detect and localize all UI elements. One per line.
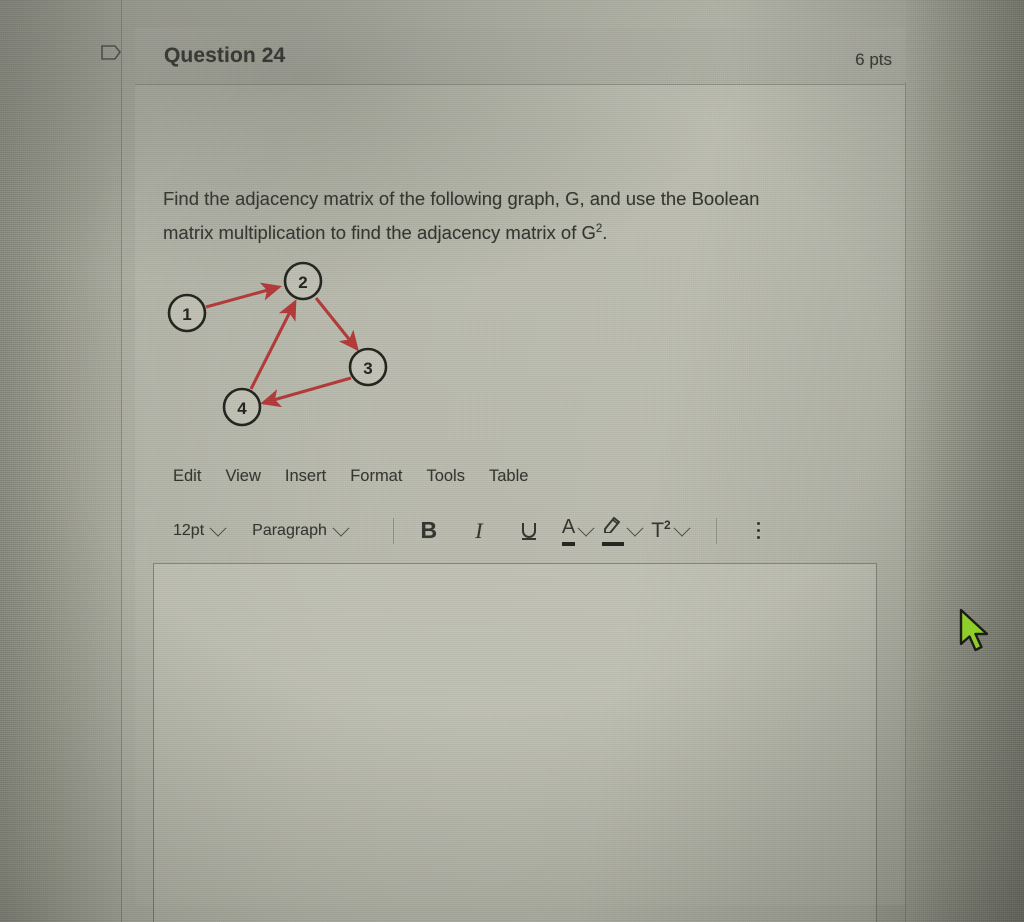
block-format-select[interactable]: Paragraph xyxy=(252,519,350,540)
graph-edges xyxy=(205,282,359,408)
editor-menubar: Edit View Insert Format Tools Table xyxy=(173,467,528,486)
font-size-value: 12pt xyxy=(173,521,205,539)
edge-2-to-3 xyxy=(314,297,359,352)
graph-figure: 1 2 3 4 xyxy=(155,257,415,447)
graph-node-label-2: 2 xyxy=(298,273,307,292)
block-format-value: Paragraph xyxy=(252,521,327,539)
graph-node-1: 1 xyxy=(167,293,207,333)
question-prompt-period: . xyxy=(602,222,608,244)
highlighter-pen-icon xyxy=(602,515,625,546)
text-color-button[interactable]: A xyxy=(561,516,595,546)
superscript-button[interactable]: T2 xyxy=(651,518,691,543)
question-prompt: Find the adjacency matrix of the followi… xyxy=(163,183,853,248)
menu-item-format[interactable]: Format xyxy=(350,467,402,486)
toolbar-separator xyxy=(392,517,394,544)
bold-button[interactable]: B xyxy=(412,516,446,546)
graph-node-label-3: 3 xyxy=(363,359,372,378)
question-card: Question 24 6 pts Find the adjacency mat… xyxy=(101,28,905,922)
chevron-down-icon xyxy=(209,519,227,537)
content-left-rule xyxy=(121,0,122,922)
question-points: 6 pts xyxy=(855,50,892,69)
menu-item-edit[interactable]: Edit xyxy=(173,467,201,486)
graph-node-4: 4 xyxy=(222,387,262,427)
edge-4-to-2 xyxy=(249,299,297,390)
question-header: Question 24 6 pts xyxy=(101,28,905,85)
kebab-dot xyxy=(756,521,761,526)
toolbar-separator xyxy=(715,517,717,544)
menu-item-table[interactable]: Table xyxy=(489,467,528,486)
chevron-down-icon[interactable] xyxy=(673,519,691,537)
question-body: Find the adjacency matrix of the followi… xyxy=(135,85,905,922)
edge-3-to-4 xyxy=(260,376,352,408)
menu-item-view[interactable]: View xyxy=(225,467,260,486)
more-options-button[interactable] xyxy=(756,521,761,540)
graph-node-2: 2 xyxy=(283,261,323,301)
font-size-select[interactable]: 12pt xyxy=(173,519,227,540)
answer-rich-text-editor[interactable] xyxy=(153,563,877,922)
question-title: Question 24 xyxy=(164,44,286,67)
screenshot-root: Question 24 6 pts Find the adjacency mat… xyxy=(0,0,1024,922)
underline-button[interactable] xyxy=(512,516,546,546)
page-right-gutter xyxy=(906,0,1024,922)
kebab-dot xyxy=(756,535,761,540)
question-prompt-line1: Find the adjacency matrix of the followi… xyxy=(163,188,760,209)
page-left-gutter xyxy=(0,0,121,922)
menu-item-tools[interactable]: Tools xyxy=(426,467,465,486)
flag-outline-icon[interactable] xyxy=(100,43,122,63)
superscript-icon: T2 xyxy=(651,518,671,542)
italic-button[interactable]: I xyxy=(462,516,496,546)
editor-toolbar: 12pt Paragraph B I A T2 xyxy=(173,515,761,546)
text-color-icon: A xyxy=(561,516,576,546)
graph-node-label-4: 4 xyxy=(237,399,247,418)
edge-1-to-2 xyxy=(205,282,282,309)
menu-item-insert[interactable]: Insert xyxy=(285,467,326,486)
highlight-color-button[interactable] xyxy=(602,515,644,546)
kebab-dot xyxy=(756,528,761,533)
underline-icon xyxy=(521,522,536,540)
chevron-down-icon xyxy=(332,519,350,537)
question-prompt-line2: matrix multiplication to find the adjace… xyxy=(163,222,596,244)
chevron-down-icon[interactable] xyxy=(577,519,595,537)
content-right-rule xyxy=(905,82,906,922)
chevron-down-icon[interactable] xyxy=(626,519,644,537)
graph-node-label-1: 1 xyxy=(182,305,191,324)
graph-node-3: 3 xyxy=(348,347,388,387)
